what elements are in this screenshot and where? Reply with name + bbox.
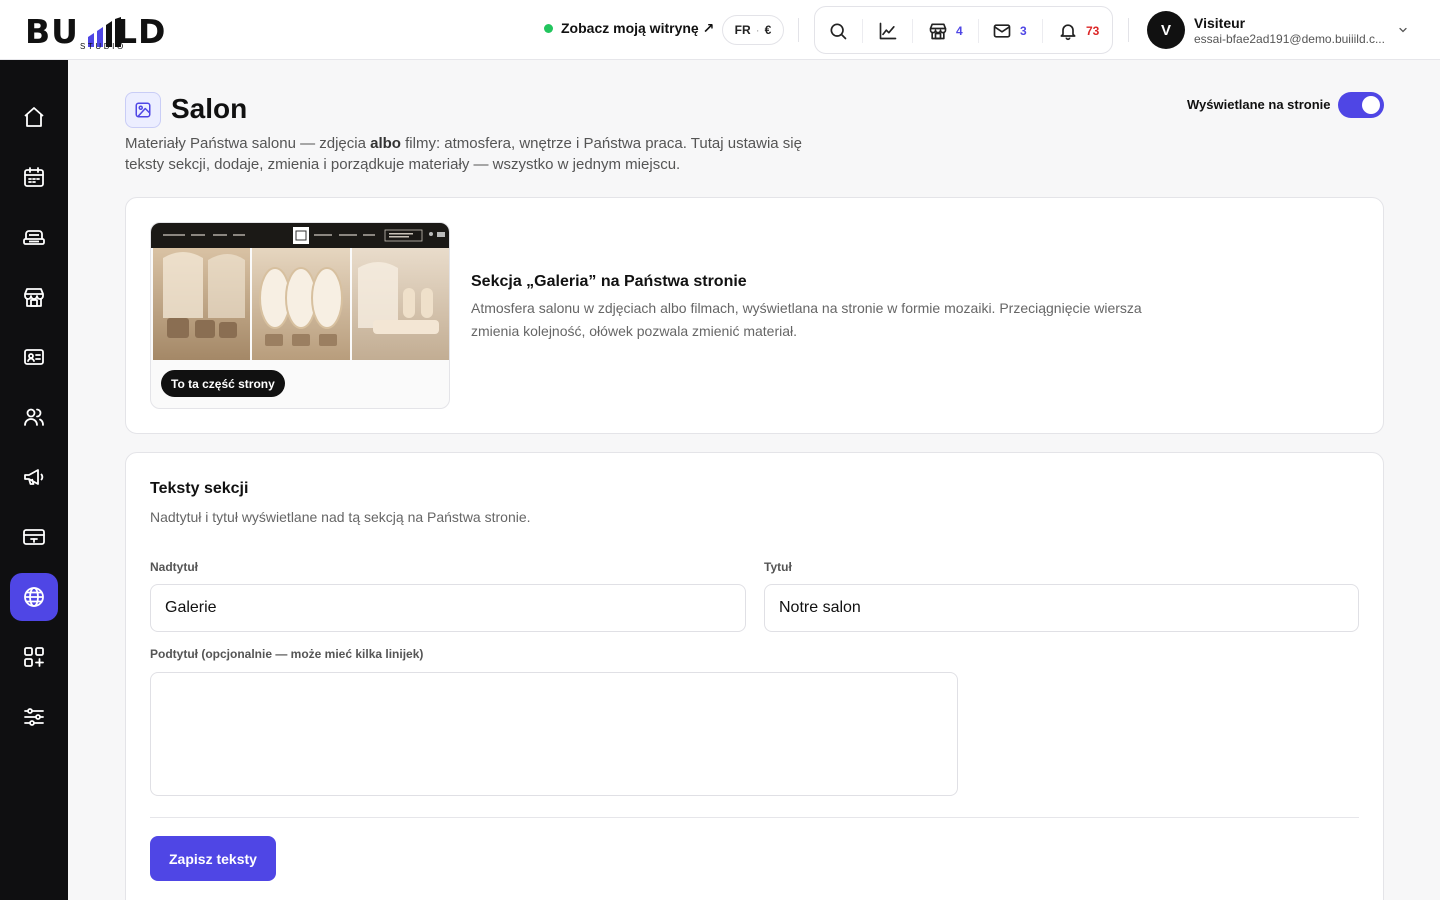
apps-add-icon [24, 647, 44, 667]
sidebar-item-services[interactable] [10, 213, 58, 261]
section-title: Sekcja „Galeria” na Państwa stronie [471, 273, 747, 290]
language-currency-switch[interactable]: FR · € [722, 15, 784, 45]
divider [978, 19, 979, 43]
divider [798, 18, 799, 42]
users-icon [24, 408, 44, 426]
sidebar-item-marketing[interactable] [10, 453, 58, 501]
shop-button[interactable]: 4 [928, 19, 963, 43]
store-icon [929, 23, 947, 40]
toggle-knob [1362, 96, 1380, 114]
heading-input[interactable]: Notre salon [764, 584, 1359, 632]
save-texts-button[interactable]: Zapisz teksty [150, 836, 276, 881]
user-menu[interactable]: V Visiteur essai-bfae2ad191@demo.buiiild… [1147, 11, 1409, 49]
page-title: Salon [171, 93, 248, 124]
megaphone-icon [24, 469, 44, 485]
sidebar-item-home[interactable] [10, 93, 58, 141]
sidebar-item-settings[interactable] [10, 693, 58, 741]
subtitle-textarea[interactable] [150, 672, 958, 796]
online-status-dot [544, 24, 553, 33]
divider [1128, 18, 1129, 42]
quick-actions-bar: 4 3 73 [814, 6, 1113, 54]
section-texts-card: Teksty sekcji Nadtytuł i tytuł wyświetla… [125, 452, 1384, 900]
section-description: Atmosfera salonu w zdjęciach albo filmac… [471, 300, 1142, 339]
page-description: Materiały Państwa salonu — zdjęcia albo … [125, 135, 802, 173]
subtitle-label: Podtytuł (opcjonalnie — może mieć kilka … [150, 647, 424, 661]
currency-symbol: € [764, 23, 772, 37]
divider [912, 19, 913, 43]
visible-toggle-label: Wyświetlane na stronie [1187, 97, 1331, 112]
heading-label: Tytuł [764, 560, 792, 574]
logo-subtitle: STUDIO [80, 42, 126, 51]
visible-toggle[interactable] [1338, 92, 1384, 118]
texts-card-title: Teksty sekcji [150, 480, 249, 497]
messages-button[interactable]: 3 [992, 19, 1027, 43]
view-site-label: Zobacz moją witrynę ↗ [561, 20, 715, 36]
search-icon [830, 23, 847, 40]
id-card-icon [24, 349, 44, 365]
user-email: essai-bfae2ad191@demo.buiiild.c... [1194, 31, 1385, 46]
user-name: Visiteur [1194, 14, 1246, 31]
stats-button[interactable] [878, 19, 898, 43]
overline-label: Nadtytuł [150, 560, 198, 574]
sidebar-item-clients[interactable] [10, 333, 58, 381]
sidebar-item-calendar[interactable] [10, 153, 58, 201]
gallery-section-icon [125, 92, 161, 128]
section-info-card: To ta część strony Sekcja „Galeria” na P… [125, 197, 1384, 434]
top-bar: BU LD STUDIO Zobacz moją witrynę ↗ FR · €… [0, 0, 1440, 60]
payment-card-icon [23, 529, 45, 545]
section-preview: To ta część strony [150, 222, 450, 409]
bell-icon [1060, 24, 1076, 41]
divider [862, 19, 863, 43]
texts-card-description: Nadtytuł i tytuł wyświetlane nad tą sekc… [150, 509, 531, 525]
sidebar-item-payments[interactable] [10, 513, 58, 561]
shop-count-badge: 4 [956, 24, 963, 38]
calendar-icon [24, 167, 44, 187]
language-code: FR [734, 23, 751, 37]
overline-input[interactable]: Galerie [150, 584, 746, 632]
preview-badge: To ta część strony [161, 370, 285, 397]
service-icon [23, 230, 45, 245]
sidebar [0, 60, 68, 900]
home-icon [24, 107, 44, 127]
logo[interactable]: BU LD STUDIO [25, 8, 185, 52]
notification-count-badge: 73 [1086, 24, 1100, 38]
separator-dot: · [755, 23, 760, 37]
view-site-link[interactable]: Zobacz moją witrynę ↗ [544, 20, 714, 37]
avatar: V [1147, 11, 1185, 49]
chevron-down-icon [1399, 27, 1407, 33]
sidebar-item-apps[interactable] [10, 633, 58, 681]
mail-icon [993, 24, 1011, 38]
globe-icon [24, 587, 44, 607]
sidebar-item-website[interactable] [10, 573, 58, 621]
sidebar-item-team[interactable] [10, 393, 58, 441]
sidebar-item-salon[interactable] [10, 273, 58, 321]
image-icon [135, 102, 151, 118]
preview-gallery-photos [153, 248, 449, 360]
divider [150, 817, 1359, 818]
search-button[interactable] [828, 19, 848, 43]
mail-count-badge: 3 [1020, 24, 1027, 38]
chart-line-icon [879, 22, 897, 40]
store-icon [24, 288, 44, 307]
divider [1042, 19, 1043, 43]
sliders-icon [24, 708, 44, 726]
notifications-button[interactable]: 73 [1058, 19, 1099, 43]
preview-navbar [151, 223, 449, 248]
